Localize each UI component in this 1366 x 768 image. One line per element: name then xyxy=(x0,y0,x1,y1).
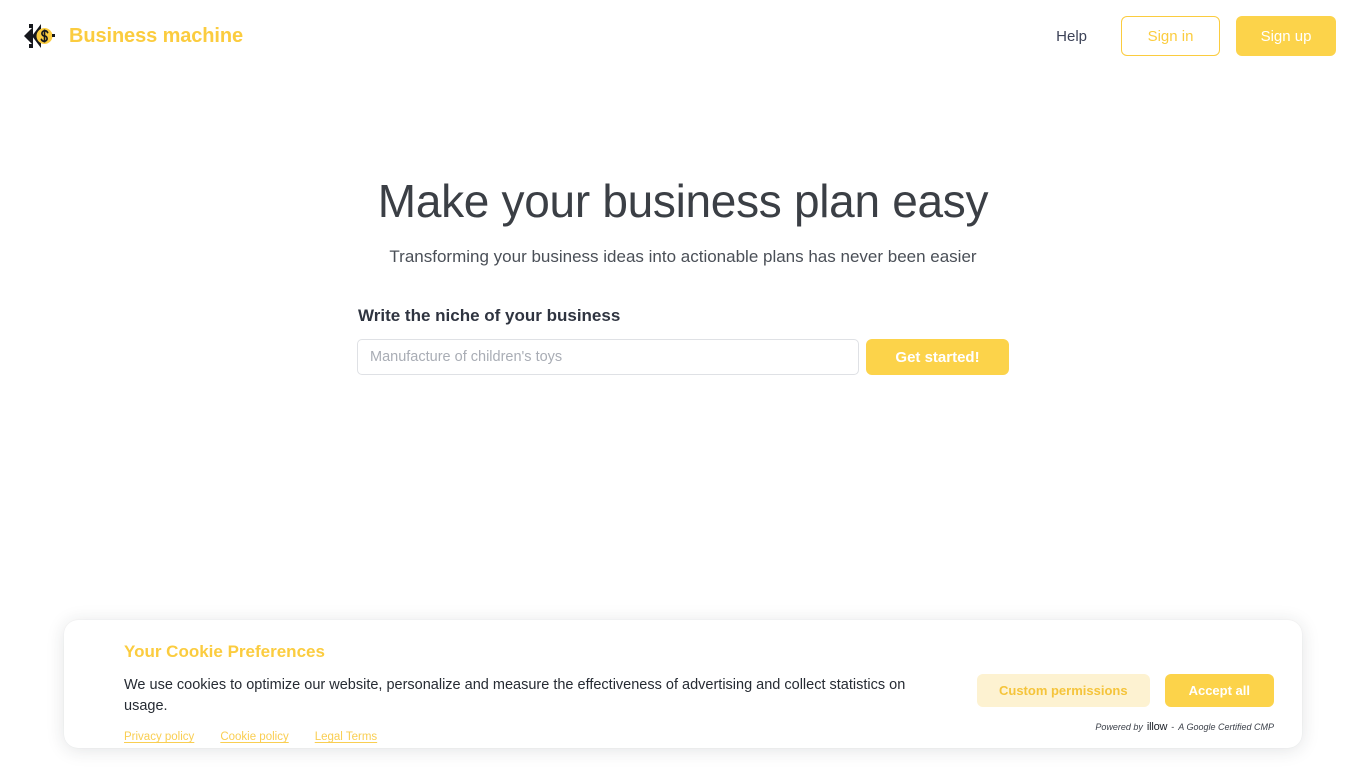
niche-input-label: Write the niche of your business xyxy=(358,306,621,326)
brand-logo-link[interactable]: Business machine xyxy=(22,19,243,53)
niche-form: Write the niche of your business Get sta… xyxy=(357,306,1009,376)
cookie-banner-title: Your Cookie Preferences xyxy=(124,642,325,661)
privacy-policy-link[interactable]: Privacy policy xyxy=(124,731,194,743)
cookie-button-group: Custom permissions Accept all xyxy=(976,674,1274,707)
page-subtitle: Transforming your business ideas into ac… xyxy=(389,247,977,267)
site-header: Business machine Help Sign in Sign up xyxy=(0,0,1366,72)
cookie-policy-link[interactable]: Cookie policy xyxy=(220,731,288,743)
illow-brand-logo: illow xyxy=(1146,721,1168,733)
sign-in-button[interactable]: Sign in xyxy=(1121,16,1220,56)
powered-by-prefix: Powered by xyxy=(1095,722,1143,732)
powered-by-suffix: A Google Certified CMP xyxy=(1178,722,1274,732)
niche-input-row: Get started! xyxy=(357,339,1009,376)
powered-by-attribution: Powered by illow - A Google Certified CM… xyxy=(1095,721,1274,733)
header-actions: Help Sign in Sign up xyxy=(1046,16,1336,56)
niche-input[interactable] xyxy=(357,339,859,376)
cookie-banner-body: We use cookies to optimize our website, … xyxy=(124,677,906,715)
business-machine-logo-icon xyxy=(22,19,60,53)
help-link[interactable]: Help xyxy=(1046,22,1097,51)
accept-all-button[interactable]: Accept all xyxy=(1164,674,1274,707)
cookie-banner-content: Your Cookie Preferences We use cookies t… xyxy=(124,642,924,743)
cookie-banner-actions: Custom permissions Accept all Powered by… xyxy=(976,642,1274,733)
cookie-consent-banner: Your Cookie Preferences We use cookies t… xyxy=(64,620,1302,748)
custom-permissions-button[interactable]: Custom permissions xyxy=(976,674,1150,707)
sign-up-button[interactable]: Sign up xyxy=(1236,16,1336,56)
page-title: Make your business plan easy xyxy=(377,175,989,227)
cookie-policy-links: Privacy policy Cookie policy Legal Terms xyxy=(124,731,924,743)
brand-name: Business machine xyxy=(69,24,244,47)
legal-terms-link[interactable]: Legal Terms xyxy=(315,731,377,743)
get-started-button[interactable]: Get started! xyxy=(866,339,1009,376)
powered-by-separator: - xyxy=(1171,722,1175,732)
